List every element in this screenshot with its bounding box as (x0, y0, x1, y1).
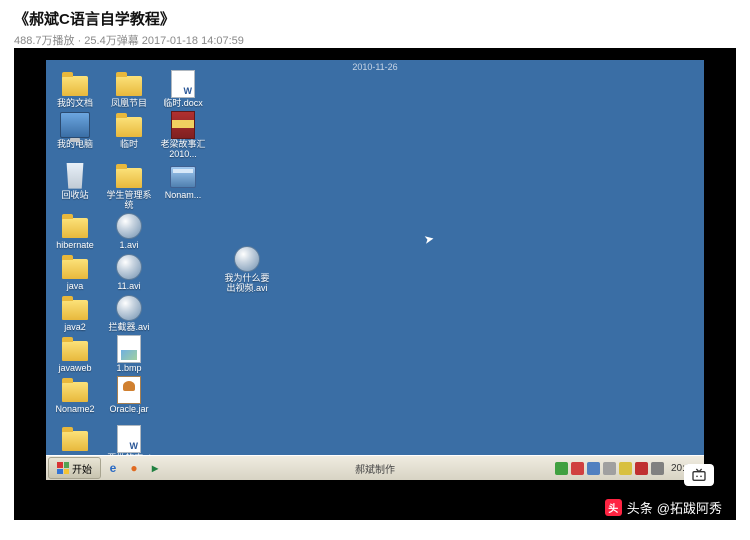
file-1-avi[interactable]: 1.avi (106, 212, 152, 251)
my-computer-icon[interactable]: 我的电脑 (52, 111, 98, 160)
file-why-video-avi[interactable]: 我为什么要出视频.avi (224, 245, 270, 294)
ie-icon[interactable]: e (104, 459, 122, 477)
video-stats: 488.7万播放 · 25.4万弹幕 2017-01-18 14:07:59 (14, 32, 736, 48)
tray-misc-icon[interactable] (651, 462, 664, 475)
windows-flag-icon (57, 462, 69, 474)
icon-label: 1.avi (119, 241, 138, 251)
icon-label: 临时 (120, 140, 138, 150)
folder-icon (62, 218, 88, 238)
icon-label: java2 (64, 323, 86, 333)
tray-shield-icon[interactable] (571, 462, 584, 475)
recycle-bin-icon[interactable]: 回收站 (52, 162, 98, 211)
icon-label: 临时.docx (163, 99, 203, 109)
desktop-date: 2010-11-26 (352, 62, 397, 72)
folder-fenghuang[interactable]: 凤凰节目 (106, 70, 152, 109)
folder-linshi[interactable]: 临时 (106, 111, 152, 160)
icon-label: 11.avi (117, 282, 140, 292)
file-oracle-jar[interactable]: Oracle.jar (106, 376, 152, 415)
file-11-avi[interactable]: 11.avi (106, 253, 152, 292)
desktop-icons-grid: 我的文档 凤凰节目 临时.docx 我的电脑临时 老梁故事汇2010... 回收站 学生管理… (52, 70, 206, 476)
system-tray: 20:27 (555, 462, 704, 475)
folder-noname2[interactable]: Noname2 (52, 376, 98, 415)
icon-label: Nonam... (165, 191, 202, 201)
avi-icon (234, 246, 260, 272)
toutiao-logo-icon: 头 (605, 499, 622, 516)
windows-desktop: 2010-11-26 我的文档 凤凰节目 临时.docx 我的电脑临时 老梁故事汇201… (46, 60, 704, 480)
icon-label: javaweb (58, 364, 91, 374)
file-laoliang-rar[interactable]: 老梁故事汇2010... (160, 111, 206, 160)
quick-launch: e●▸ (101, 459, 164, 477)
avi-icon (116, 254, 142, 280)
folder-icon (62, 382, 88, 402)
file-linshi-docx[interactable]: 临时.docx (160, 70, 206, 109)
icon-label: 1.bmp (116, 364, 141, 374)
docx-icon (171, 70, 195, 98)
taskbar: 开始 e●▸ 郝斌制作 20:27 (46, 455, 704, 480)
watermark-author: @拓跋阿秀 (657, 498, 722, 517)
folder-javaweb[interactable]: javaweb (52, 335, 98, 374)
bilibili-tv-icon[interactable] (684, 464, 714, 486)
icon-label: 回收站 (61, 191, 88, 201)
player-icon[interactable]: ▸ (146, 459, 164, 477)
taskbar-center-text: 郝斌制作 (355, 461, 395, 476)
file-noname-exe[interactable]: Nonam... (160, 162, 206, 211)
folder-icon (116, 76, 142, 96)
icon-label: 我为什么要出视频.avi (224, 274, 270, 294)
avi-icon (116, 213, 142, 239)
folder-icon (62, 300, 88, 320)
folder-java[interactable]: java (52, 253, 98, 292)
folder-icon (116, 168, 142, 188)
start-button[interactable]: 开始 (48, 457, 101, 479)
video-title: 《郝斌C语言自学教程》 (14, 8, 736, 29)
icon-label: 凤凰节目 (111, 99, 147, 109)
docx-icon (117, 425, 141, 453)
folder-hibernate[interactable]: hibernate (52, 212, 98, 251)
bmp-icon (117, 335, 141, 363)
icon-label: Oracle.jar (109, 405, 148, 415)
file-lanjieqi-avi[interactable]: 拦截器.avi (106, 294, 152, 333)
icon-label: Noname2 (55, 405, 94, 415)
icon-label: 老梁故事汇2010... (160, 140, 206, 160)
watermark-brand: 头条 (627, 498, 653, 517)
tray-vol-icon[interactable] (603, 462, 616, 475)
icon-label: java (67, 282, 84, 292)
start-label: 开始 (72, 461, 92, 476)
recycle-icon (63, 163, 87, 189)
tray-net-icon[interactable] (587, 462, 600, 475)
icon-label: 学生管理系统 (106, 191, 152, 211)
file-1-bmp[interactable]: 1.bmp (106, 335, 152, 374)
desktop-extra-icon-slot: 我为什么要出视频.avi (224, 245, 270, 296)
pcico-icon (60, 112, 90, 138)
folder-icon (62, 341, 88, 361)
icon-label: 拦截器.avi (108, 323, 149, 333)
tray-msg-icon[interactable] (619, 462, 632, 475)
exe-icon (170, 166, 196, 188)
firefox-icon[interactable]: ● (125, 459, 143, 477)
my-documents-icon[interactable]: 我的文档 (52, 70, 98, 109)
jar-icon (117, 376, 141, 404)
video-player[interactable]: 2010-11-26 我的文档 凤凰节目 临时.docx 我的电脑临时 老梁故事汇201… (14, 48, 736, 520)
folder-icon (62, 259, 88, 279)
mouse-cursor-icon: ➤ (423, 231, 435, 247)
folder-java2[interactable]: java2 (52, 294, 98, 333)
avi-icon (116, 295, 142, 321)
tray-green-icon[interactable] (555, 462, 568, 475)
rar-icon (171, 111, 195, 139)
watermark-footer: 头 头条 @拓跋阿秀 (14, 494, 736, 520)
icon-label: hibernate (56, 241, 94, 251)
icon-label: 我的文档 (57, 99, 93, 109)
folder-icon (116, 117, 142, 137)
folder-icon (62, 431, 88, 451)
folder-icon (62, 76, 88, 96)
tray-av-icon[interactable] (635, 462, 648, 475)
folder-student-mgmt[interactable]: 学生管理系统 (106, 162, 152, 211)
